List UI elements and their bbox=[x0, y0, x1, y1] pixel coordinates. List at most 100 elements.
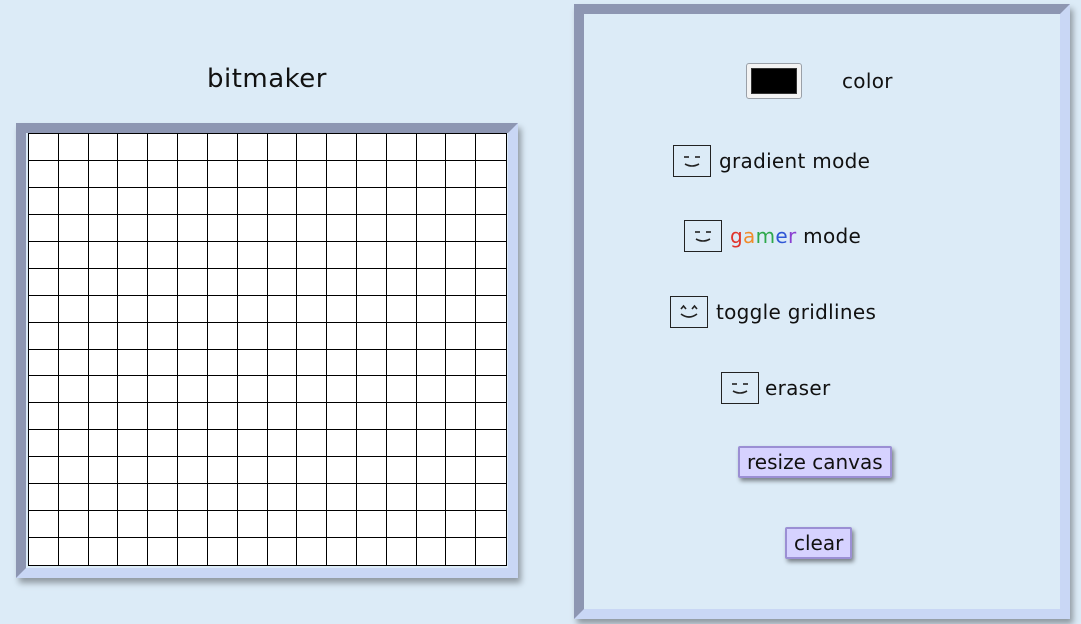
pixel-cell[interactable] bbox=[88, 349, 119, 377]
pixel-cell[interactable] bbox=[207, 430, 238, 458]
pixel-cell[interactable] bbox=[237, 134, 268, 161]
pixel-cell[interactable] bbox=[88, 538, 119, 565]
pixel-cell[interactable] bbox=[58, 214, 89, 242]
pixel-cell[interactable] bbox=[476, 160, 506, 188]
pixel-cell[interactable] bbox=[356, 322, 387, 350]
pixel-cell[interactable] bbox=[446, 538, 477, 565]
pixel-cell[interactable] bbox=[476, 349, 506, 377]
pixel-cell[interactable] bbox=[237, 349, 268, 377]
pixel-cell[interactable] bbox=[297, 376, 328, 404]
pixel-cell[interactable] bbox=[88, 511, 119, 539]
pixel-cell[interactable] bbox=[207, 322, 238, 350]
pixel-cell[interactable] bbox=[88, 268, 119, 296]
pixel-cell[interactable] bbox=[118, 295, 149, 323]
pixel-cell[interactable] bbox=[29, 241, 59, 269]
pixel-cell[interactable] bbox=[416, 484, 447, 512]
pixel-cell[interactable] bbox=[446, 430, 477, 458]
pixel-cell[interactable] bbox=[297, 430, 328, 458]
pixel-cell[interactable] bbox=[327, 268, 357, 296]
pixel-cell[interactable] bbox=[29, 376, 59, 404]
pixel-cell[interactable] bbox=[446, 484, 477, 512]
pixel-cell[interactable] bbox=[356, 268, 387, 296]
pixel-cell[interactable] bbox=[386, 160, 417, 188]
pixel-cell[interactable] bbox=[386, 214, 417, 242]
pixel-cell[interactable] bbox=[356, 295, 387, 323]
pixel-cell[interactable] bbox=[297, 268, 328, 296]
pixel-cell[interactable] bbox=[88, 214, 119, 242]
pixel-cell[interactable] bbox=[267, 511, 298, 539]
pixel-cell[interactable] bbox=[446, 322, 477, 350]
pixel-cell[interactable] bbox=[58, 322, 89, 350]
pixel-cell[interactable] bbox=[446, 241, 477, 269]
pixel-cell[interactable] bbox=[297, 160, 328, 188]
pixel-cell[interactable] bbox=[297, 349, 328, 377]
pixel-cell[interactable] bbox=[386, 430, 417, 458]
pixel-cell[interactable] bbox=[29, 322, 59, 350]
pixel-cell[interactable] bbox=[58, 241, 89, 269]
pixel-cell[interactable] bbox=[29, 160, 59, 188]
pixel-cell[interactable] bbox=[29, 349, 59, 377]
pixel-cell[interactable] bbox=[148, 430, 179, 458]
pixel-cell[interactable] bbox=[297, 295, 328, 323]
pixel-cell[interactable] bbox=[58, 376, 89, 404]
pixel-cell[interactable] bbox=[207, 160, 238, 188]
pixel-cell[interactable] bbox=[207, 511, 238, 539]
pixel-cell[interactable] bbox=[297, 322, 328, 350]
pixel-cell[interactable] bbox=[446, 295, 477, 323]
pixel-cell[interactable] bbox=[88, 322, 119, 350]
pixel-cell[interactable] bbox=[58, 484, 89, 512]
pixel-cell[interactable] bbox=[416, 349, 447, 377]
pixel-cell[interactable] bbox=[237, 457, 268, 485]
pixel-cell[interactable] bbox=[267, 268, 298, 296]
pixel-cell[interactable] bbox=[207, 349, 238, 377]
pixel-cell[interactable] bbox=[356, 187, 387, 215]
pixel-cell[interactable] bbox=[416, 241, 447, 269]
pixel-cell[interactable] bbox=[327, 511, 357, 539]
pixel-cell[interactable] bbox=[327, 403, 357, 431]
eraser-toggle[interactable] bbox=[721, 372, 759, 404]
pixel-cell[interactable] bbox=[237, 403, 268, 431]
pixel-cell[interactable] bbox=[476, 484, 506, 512]
pixel-cell[interactable] bbox=[118, 376, 149, 404]
pixel-cell[interactable] bbox=[178, 457, 208, 485]
pixel-cell[interactable] bbox=[476, 322, 506, 350]
pixel-cell[interactable] bbox=[267, 214, 298, 242]
pixel-cell[interactable] bbox=[476, 295, 506, 323]
pixel-cell[interactable] bbox=[446, 511, 477, 539]
pixel-cell[interactable] bbox=[267, 457, 298, 485]
pixel-cell[interactable] bbox=[58, 295, 89, 323]
pixel-cell[interactable] bbox=[476, 538, 506, 565]
pixel-cell[interactable] bbox=[237, 511, 268, 539]
pixel-cell[interactable] bbox=[237, 322, 268, 350]
pixel-cell[interactable] bbox=[237, 241, 268, 269]
pixel-cell[interactable] bbox=[416, 403, 447, 431]
pixel-cell[interactable] bbox=[386, 349, 417, 377]
pixel-cell[interactable] bbox=[207, 457, 238, 485]
pixel-cell[interactable] bbox=[356, 484, 387, 512]
pixel-cell[interactable] bbox=[267, 403, 298, 431]
pixel-cell[interactable] bbox=[29, 134, 59, 161]
pixel-cell[interactable] bbox=[178, 430, 208, 458]
pixel-cell[interactable] bbox=[88, 134, 119, 161]
pixel-cell[interactable] bbox=[118, 134, 149, 161]
pixel-cell[interactable] bbox=[356, 457, 387, 485]
pixel-cell[interactable] bbox=[327, 295, 357, 323]
pixel-cell[interactable] bbox=[446, 134, 477, 161]
pixel-cell[interactable] bbox=[178, 376, 208, 404]
pixel-cell[interactable] bbox=[476, 241, 506, 269]
pixel-cell[interactable] bbox=[148, 295, 179, 323]
pixel-cell[interactable] bbox=[148, 403, 179, 431]
pixel-cell[interactable] bbox=[476, 214, 506, 242]
pixel-cell[interactable] bbox=[476, 511, 506, 539]
pixel-cell[interactable] bbox=[416, 538, 447, 565]
pixel-cell[interactable] bbox=[178, 484, 208, 512]
pixel-cell[interactable] bbox=[118, 322, 149, 350]
pixel-cell[interactable] bbox=[237, 187, 268, 215]
pixel-cell[interactable] bbox=[88, 484, 119, 512]
pixel-cell[interactable] bbox=[386, 295, 417, 323]
pixel-cell[interactable] bbox=[446, 268, 477, 296]
pixel-cell[interactable] bbox=[267, 241, 298, 269]
pixel-cell[interactable] bbox=[386, 484, 417, 512]
pixel-cell[interactable] bbox=[58, 268, 89, 296]
pixel-cell[interactable] bbox=[178, 349, 208, 377]
